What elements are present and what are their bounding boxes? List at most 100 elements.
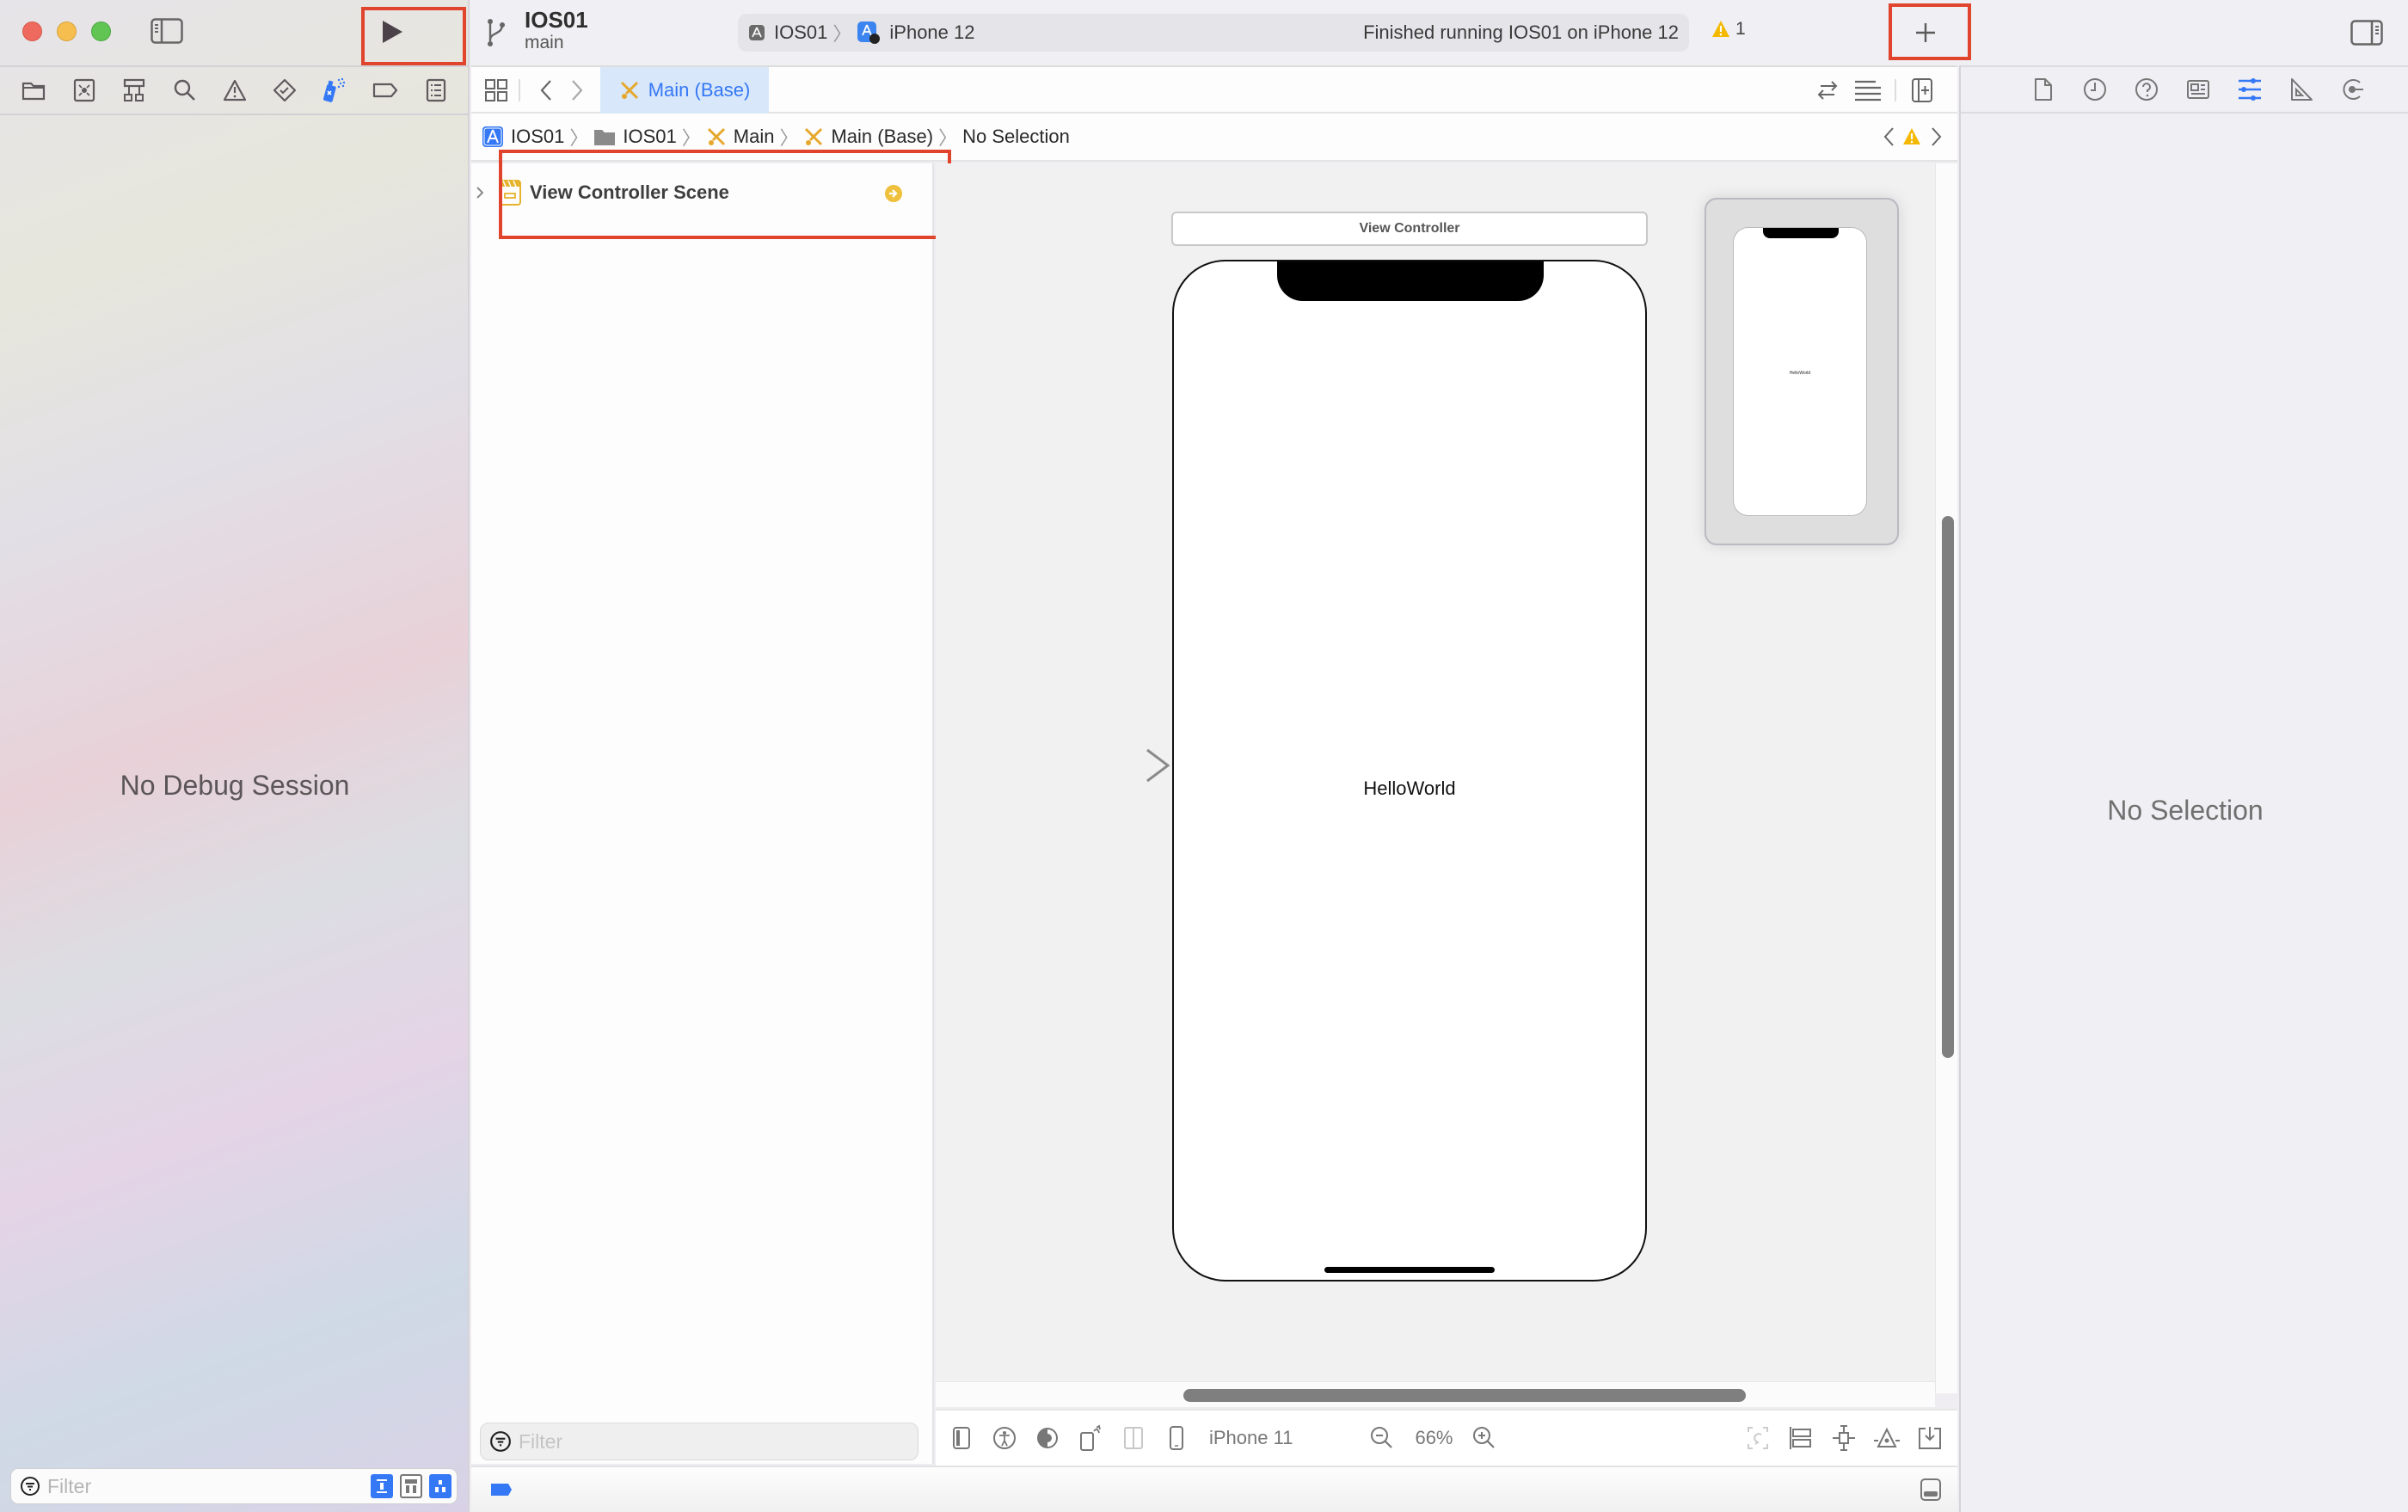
breadcrumb-label: Main (Base): [831, 126, 934, 147]
embed-in-button[interactable]: [1914, 1423, 1945, 1454]
view-controller-device-frame[interactable]: HelloWorld: [1172, 260, 1647, 1282]
accessibility-button[interactable]: [989, 1423, 1020, 1454]
quick-help-icon: [2135, 78, 2158, 101]
storyboard-icon: [707, 127, 725, 146]
navigate-forward-button[interactable]: [564, 76, 590, 105]
update-frames-icon: [1748, 1427, 1768, 1449]
report-navigator-tab[interactable]: [421, 75, 452, 106]
warning-icon: [1903, 128, 1920, 144]
align-button[interactable]: [1785, 1423, 1816, 1454]
chevron-right-icon: 〉: [832, 23, 852, 45]
size-inspector-tab[interactable]: [2286, 74, 2317, 105]
toggle-navigator-button[interactable]: [150, 15, 184, 46]
quick-help-inspector-tab[interactable]: [2131, 74, 2162, 105]
breakpoint-icon: [491, 1484, 512, 1496]
vertical-scrollbar[interactable]: [1935, 163, 1957, 1393]
split-editor-swap-button[interactable]: [1813, 76, 1842, 105]
chevron-left-icon: [1883, 127, 1894, 146]
warning-indicator[interactable]: 1: [1711, 19, 1746, 40]
toggle-outline-button[interactable]: [946, 1423, 977, 1454]
storyboard-icon: [620, 81, 638, 100]
identity-inspector-tab[interactable]: [2183, 74, 2214, 105]
canvas-bottom-bar: iPhone 11 66%: [936, 1409, 1957, 1466]
hello-world-label[interactable]: HelloWorld: [1174, 778, 1645, 800]
breadcrumb-item[interactable]: IOS01: [482, 126, 564, 148]
symbol-navigator-tab[interactable]: [119, 75, 150, 106]
issue-navigator-tab[interactable]: [219, 75, 250, 106]
canvas-minimap[interactable]: HelloWorld: [1705, 198, 1899, 545]
no-selection-message: No Selection: [2107, 795, 2264, 826]
file-inspector-icon: [2035, 78, 2052, 101]
split-view-icon: [1124, 1427, 1143, 1449]
breadcrumb-item[interactable]: No Selection: [962, 126, 1070, 148]
toggle-inspector-button[interactable]: [2348, 17, 2386, 48]
chevron-left-icon: [540, 80, 551, 101]
next-issue-button[interactable]: [1926, 124, 1947, 150]
device-selector[interactable]: [1161, 1423, 1192, 1454]
close-window-button[interactable]: [22, 22, 42, 41]
filter-placeholder: Filter: [519, 1429, 563, 1453]
issue-indicator[interactable]: [1901, 124, 1923, 150]
breakpoint-navigator-tab[interactable]: [370, 75, 401, 106]
find-navigator-tab[interactable]: [169, 75, 200, 106]
tab-main-base[interactable]: Main (Base): [600, 67, 769, 114]
update-frames-button: [1742, 1423, 1773, 1454]
device-name[interactable]: iPhone 11: [1209, 1427, 1293, 1449]
destination-selector[interactable]: iPhone 12: [857, 21, 974, 45]
source-control-navigator-tab[interactable]: [69, 75, 100, 106]
horizontal-scrollbar[interactable]: [936, 1381, 1935, 1407]
outline-filter-field[interactable]: Filter: [480, 1423, 918, 1460]
zoom-in-button[interactable]: [1469, 1423, 1500, 1454]
grid-icon: [485, 79, 507, 101]
vertical-scroll-thumb[interactable]: [1942, 516, 1954, 1058]
appearance-button[interactable]: [1032, 1423, 1063, 1454]
add-constraints-button[interactable]: [1828, 1423, 1859, 1454]
filter-icon: [21, 1477, 40, 1496]
filter-queues-toggle[interactable]: [429, 1474, 452, 1498]
resolve-triangle-icon: [1874, 1427, 1900, 1447]
breadcrumb-label: No Selection: [962, 126, 1070, 147]
library-button-highlight: [1889, 3, 1971, 60]
inspector-selector-bar: [1961, 65, 2408, 114]
storyboard-canvas[interactable]: View Controller HelloWorld HelloWorld: [936, 163, 1935, 1393]
connections-inspector-tab[interactable]: [2337, 74, 2368, 105]
folder-icon: [22, 82, 46, 101]
chevron-right-icon: 〉: [779, 127, 799, 149]
breadcrumb-item[interactable]: Main: [706, 126, 775, 148]
history-inspector-tab[interactable]: [2079, 74, 2110, 105]
branch-button[interactable]: [483, 15, 509, 50]
orientation-button[interactable]: [1075, 1423, 1106, 1454]
attributes-inspector-tab[interactable]: [2234, 74, 2265, 105]
simulator-icon: [857, 22, 881, 44]
navigate-back-button[interactable]: [533, 76, 559, 105]
source-control-icon: [73, 78, 95, 102]
toggle-debug-area-button[interactable]: [1918, 1476, 1944, 1503]
resolve-layout-issues-button[interactable]: [1871, 1423, 1902, 1454]
disclosure-triangle-icon[interactable]: [476, 187, 483, 199]
breadcrumb-item[interactable]: IOS01: [593, 126, 677, 148]
add-editor-button[interactable]: [1907, 76, 1937, 105]
project-navigator-tab[interactable]: [18, 75, 49, 106]
view-controller-title-bar[interactable]: View Controller: [1171, 212, 1648, 246]
breadcrumb-label: Main: [733, 126, 775, 147]
breadcrumb-item[interactable]: Main (Base): [803, 126, 933, 148]
chevron-right-icon: [1932, 127, 1942, 146]
zoom-out-button[interactable]: [1367, 1423, 1398, 1454]
filter-hierarchy-toggle[interactable]: [400, 1474, 422, 1498]
initial-view-controller-arrow[interactable]: [1058, 748, 1171, 783]
related-items-button[interactable]: [482, 76, 511, 105]
filter-icon: [490, 1431, 511, 1452]
file-inspector-tab[interactable]: [2028, 74, 2059, 105]
debug-navigator-tab[interactable]: [320, 75, 351, 106]
previous-issue-button[interactable]: [1878, 124, 1899, 150]
editor-options-button[interactable]: [1851, 76, 1885, 105]
minimize-window-button[interactable]: [57, 22, 77, 41]
navigator-filter-field[interactable]: Filter: [10, 1468, 458, 1504]
test-navigator-tab[interactable]: [269, 75, 300, 106]
filter-threads-toggle[interactable]: [371, 1474, 393, 1498]
breakpoints-toggle[interactable]: [488, 1479, 514, 1500]
scheme-selector[interactable]: IOS01: [748, 22, 827, 44]
minimap-label: HelloWorld: [1789, 371, 1811, 376]
horizontal-scroll-thumb[interactable]: [1183, 1389, 1746, 1402]
zoom-window-button[interactable]: [91, 22, 111, 41]
